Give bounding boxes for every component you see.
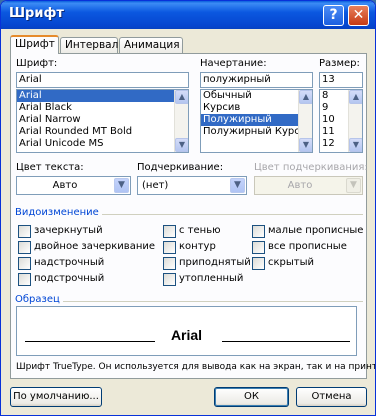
style-list-item[interactable]: Курсив <box>201 102 312 114</box>
title-bar[interactable]: Шрифт ? ✕ <box>1 1 375 29</box>
window-title: Шрифт <box>9 6 64 21</box>
style-label: Начертание: <box>200 58 267 69</box>
scroll-up-icon[interactable]: ▲ <box>349 90 362 104</box>
default-button[interactable]: По умолчанию... <box>10 387 102 407</box>
chevron-down-icon[interactable]: ▼ <box>346 178 361 193</box>
text-color-value: Авто <box>52 180 78 191</box>
style-list-item[interactable]: Полужирный Курсив <box>201 126 312 138</box>
scroll-down-icon[interactable]: ▼ <box>349 138 362 152</box>
sample-text: Arial <box>170 327 203 343</box>
chevron-down-icon[interactable]: ▼ <box>114 178 129 193</box>
font-list-item[interactable]: Arial Unicode MS <box>17 138 188 150</box>
chevron-down-icon[interactable]: ▼ <box>230 178 245 193</box>
scroll-up-icon[interactable]: ▲ <box>175 90 188 104</box>
effects-title: Видоизменение <box>15 207 102 218</box>
style-list-item[interactable]: Обычный <box>201 90 312 102</box>
font-list[interactable]: Arial Arial Black Arial Narrow Arial Rou… <box>16 89 189 153</box>
style-input[interactable]: полужирный <box>200 72 313 88</box>
size-label: Размер: <box>319 58 360 69</box>
ok-button[interactable]: ОК <box>214 387 289 407</box>
underline-label: Подчеркивание: <box>137 162 224 173</box>
underline-color-value: Авто <box>287 180 313 191</box>
underline-select[interactable]: (нет) ▼ <box>137 176 247 195</box>
underline-color-label: Цвет подчеркивания: <box>254 162 368 173</box>
font-dialog: Шрифт ? ✕ Шрифт Интервал Анимация Шрифт:… <box>0 0 376 416</box>
sample-title: Образец <box>15 294 63 305</box>
underline-value: (нет) <box>142 180 169 191</box>
font-list-scrollbar[interactable]: ▲ ▼ <box>174 90 188 152</box>
close-button[interactable]: ✕ <box>348 5 369 26</box>
scroll-down-icon[interactable]: ▼ <box>175 138 188 152</box>
size-list-scrollbar[interactable]: ▲ ▼ <box>348 90 362 152</box>
font-label: Шрифт: <box>16 58 58 69</box>
text-color-select[interactable]: Авто ▼ <box>16 176 131 195</box>
tab-spacing[interactable]: Интервал <box>60 37 118 53</box>
style-list[interactable]: Обычный Курсив Полужирный Полужирный Кур… <box>200 89 313 153</box>
style-list-item[interactable]: Полужирный <box>201 114 312 126</box>
font-list-item[interactable]: Arial <box>17 90 188 102</box>
scroll-down-icon[interactable]: ▼ <box>299 138 312 152</box>
cancel-button[interactable]: Отмена <box>296 387 367 407</box>
font-list-item[interactable]: Arial Narrow <box>17 114 188 126</box>
sample-preview: Arial <box>16 306 357 356</box>
scroll-up-icon[interactable]: ▲ <box>299 90 312 104</box>
tab-font[interactable]: Шрифт <box>10 35 59 54</box>
font-description: Шрифт TrueType. Он используется для выво… <box>16 362 376 372</box>
sample-divider <box>16 301 363 302</box>
font-list-item[interactable]: Arial Black <box>17 102 188 114</box>
style-list-scrollbar[interactable]: ▲ ▼ <box>298 90 312 152</box>
tab-animation[interactable]: Анимация <box>119 37 183 53</box>
size-list[interactable]: 8 9 10 11 12 ▲ ▼ <box>319 89 363 153</box>
help-button[interactable]: ? <box>323 5 344 26</box>
font-list-item[interactable]: Arial Rounded MT Bold <box>17 126 188 138</box>
size-input[interactable]: 13 <box>319 72 363 88</box>
text-color-label: Цвет текста: <box>16 162 84 173</box>
font-input[interactable]: Arial <box>16 72 189 88</box>
underline-color-select[interactable]: Авто ▼ <box>254 176 363 195</box>
